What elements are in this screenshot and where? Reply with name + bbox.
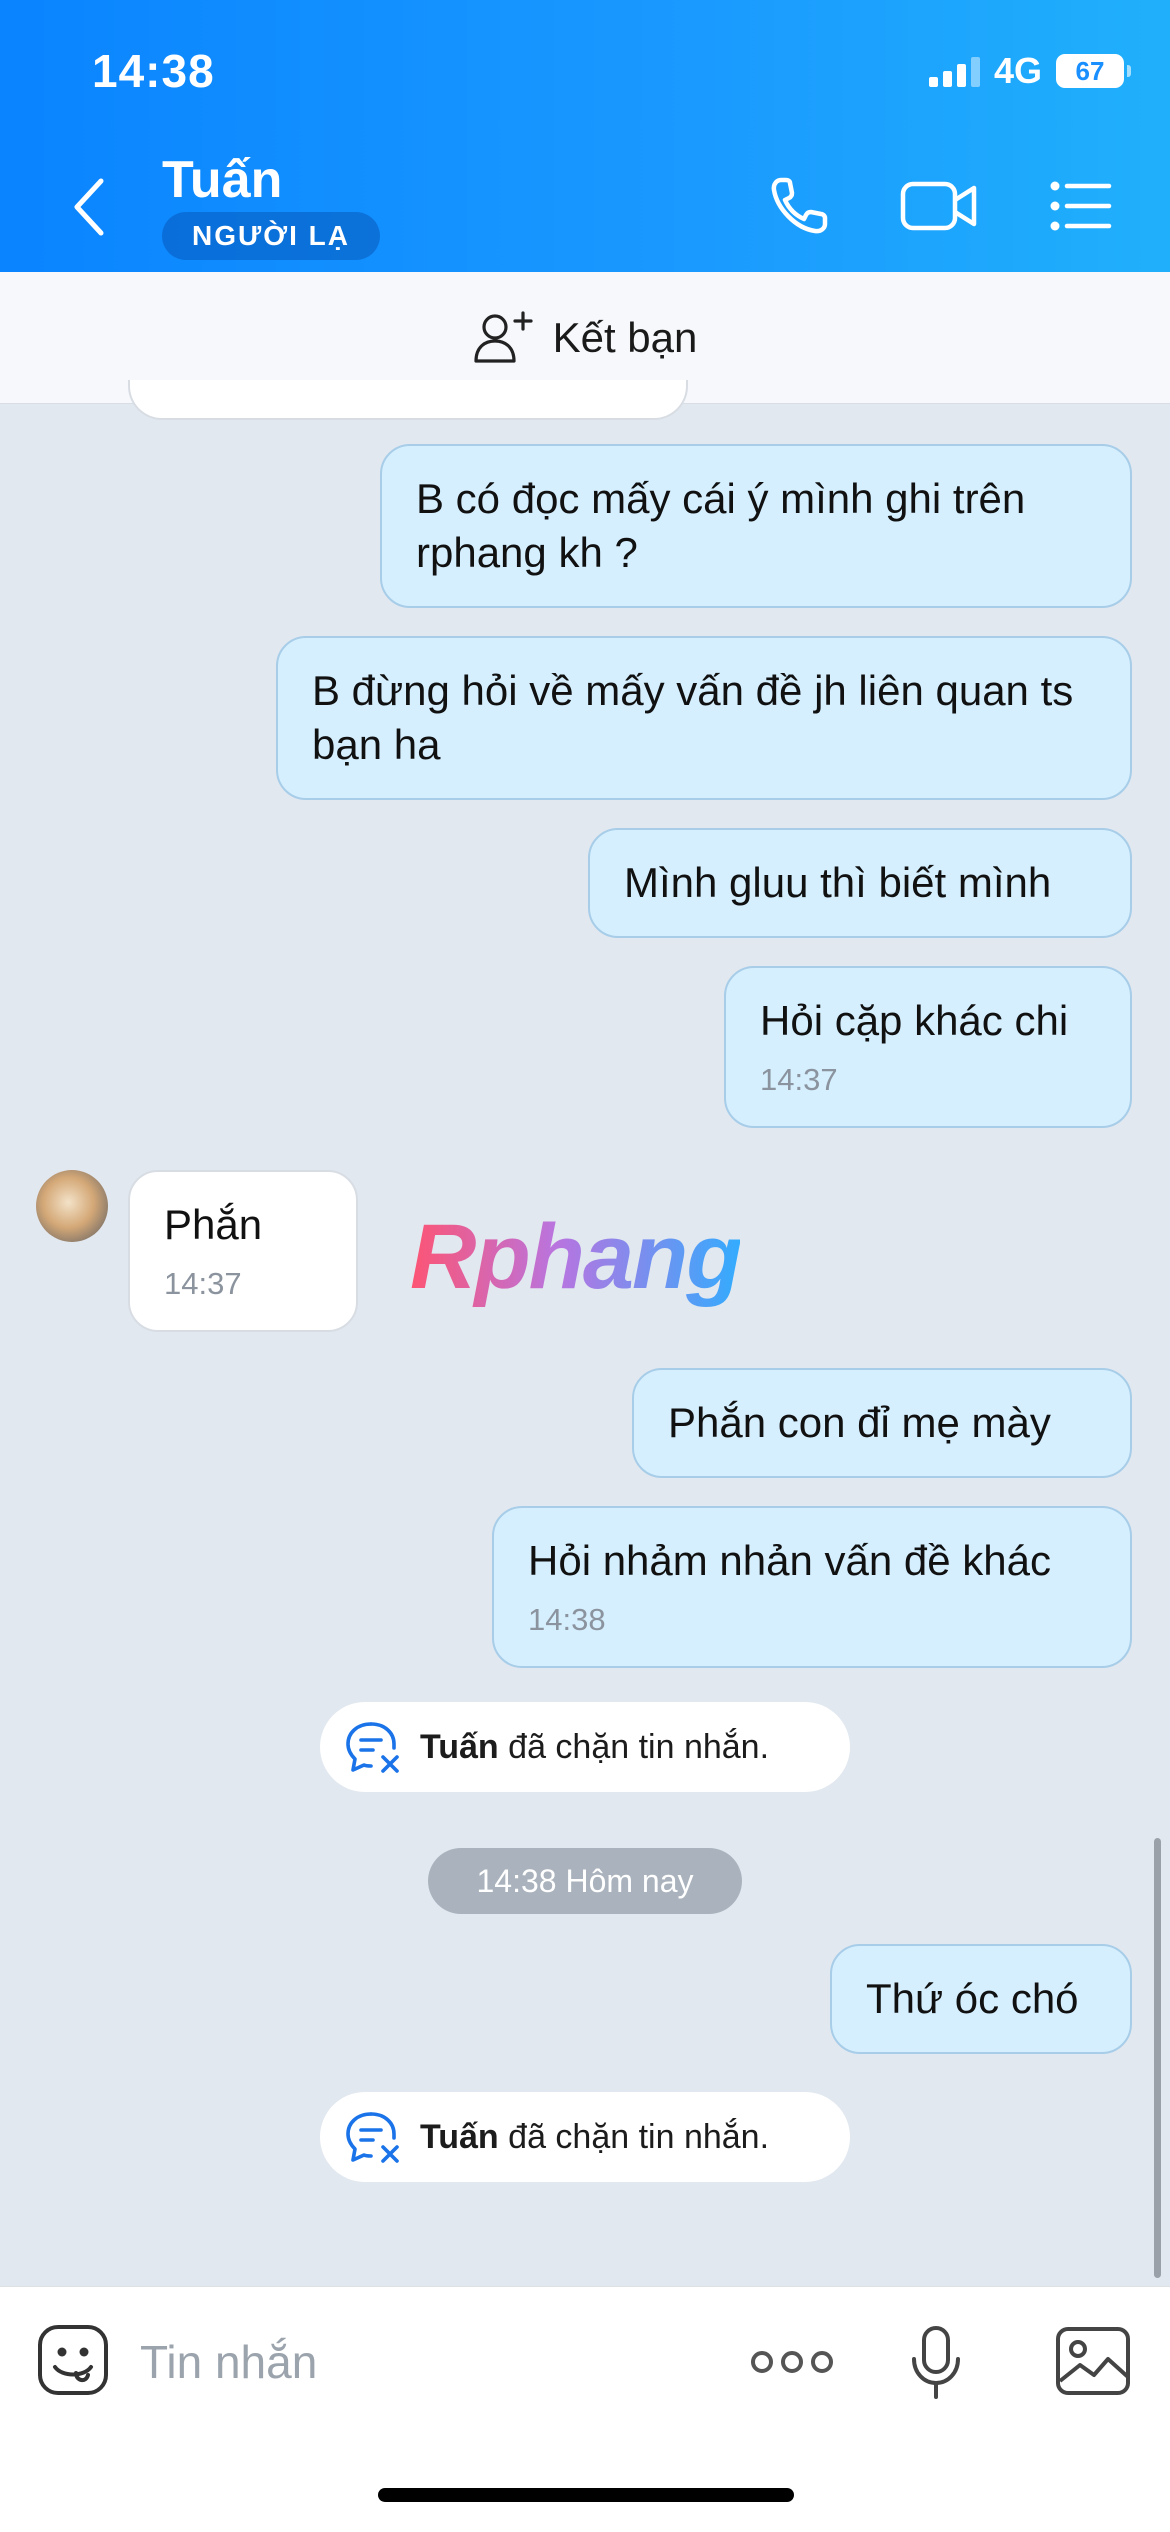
call-button[interactable]: [760, 170, 838, 242]
message-bubble-incoming[interactable]: Phắn 14:37: [128, 1170, 358, 1332]
message-time: 14:37: [760, 1062, 838, 1097]
message-text: B đừng hỏi về mấy vấn đề jh liên quan ts…: [312, 667, 1074, 768]
battery-level: 67: [1075, 55, 1105, 86]
battery-icon: 67: [1056, 54, 1131, 88]
message-time: 14:38: [528, 1602, 606, 1637]
message-bubble-outgoing[interactable]: Hỏi nhảm nhản vấn đề khác 14:38: [492, 1506, 1132, 1668]
home-indicator[interactable]: [378, 2488, 794, 2502]
message-input[interactable]: [140, 2327, 700, 2397]
notice-text: Tuấn đã chặn tin nhắn.: [420, 2118, 769, 2157]
message-text: Phắn con đỉ mẹ mày: [668, 1399, 1051, 1446]
video-camera-icon: [900, 181, 977, 231]
back-icon: [74, 178, 104, 236]
contact-avatar[interactable]: [36, 1170, 108, 1242]
message-text: B có đọc mấy cái ý mình ghi trên rphang …: [416, 475, 1026, 576]
emoji-icon: [38, 2325, 108, 2395]
sticker-button[interactable]: [36, 2323, 110, 2397]
blocked-message-icon: [346, 1722, 399, 1773]
message-bubble-outgoing[interactable]: Phắn con đỉ mẹ mày: [632, 1368, 1132, 1478]
more-dots-icon: [751, 2351, 833, 2373]
message-text: Mình gluu thì biết mình: [624, 859, 1052, 906]
signal-icon: [928, 55, 980, 87]
message-bubble-outgoing[interactable]: B có đọc mấy cái ý mình ghi trên rphang …: [380, 444, 1132, 608]
options-button[interactable]: [1042, 170, 1120, 242]
notice-text: Tuấn đã chặn tin nhắn.: [420, 1728, 769, 1767]
watermark-logo: Rphang: [410, 1206, 742, 1308]
message-bubble-outgoing[interactable]: Hỏi cặp khác chi 14:37: [724, 966, 1132, 1128]
status-indicators: 4G 67: [928, 50, 1131, 92]
message-time: 14:37: [164, 1266, 242, 1301]
notice-message: đã chặn tin nhắn.: [508, 2117, 770, 2156]
blocked-notice: Tuấn đã chặn tin nhắn.: [320, 1702, 850, 1792]
message-text: Thứ óc chó: [866, 1975, 1079, 2022]
more-options-button[interactable]: [750, 2337, 834, 2387]
notice-name: Tuấn: [420, 2117, 499, 2156]
message-text: Phắn: [164, 1201, 263, 1248]
partial-message-bubble: [128, 380, 688, 420]
status-time: 14:38: [92, 45, 215, 97]
message-bubble-outgoing[interactable]: Mình gluu thì biết mình: [588, 828, 1132, 938]
contact-name[interactable]: Tuấn: [162, 150, 282, 210]
image-icon: [1056, 2327, 1130, 2395]
notice-message: đã chặn tin nhắn.: [508, 1727, 770, 1766]
back-button[interactable]: [60, 175, 116, 239]
network-type: 4G: [993, 50, 1042, 91]
microphone-icon: [912, 2326, 960, 2399]
photo-button[interactable]: [1054, 2325, 1132, 2397]
blocked-notice: Tuấn đã chặn tin nhắn.: [320, 2092, 850, 2182]
blocked-message-icon: [346, 2112, 399, 2163]
message-bubble-outgoing[interactable]: B đừng hỏi về mấy vấn đề jh liên quan ts…: [276, 636, 1132, 800]
message-text: Hỏi cặp khác chi: [760, 997, 1069, 1044]
menu-list-icon: [1050, 181, 1112, 231]
chat-header: 14:38 4G 67 Tuấn NGƯỜI LẠ: [0, 0, 1170, 272]
phone-icon: [771, 177, 828, 234]
message-text: Hỏi nhảm nhản vấn đề khác: [528, 1537, 1052, 1584]
stranger-badge: NGƯỜI LẠ: [162, 212, 380, 260]
message-bubble-outgoing[interactable]: Thứ óc chó: [830, 1944, 1132, 2054]
chat-scrollbar[interactable]: [1154, 1838, 1161, 2278]
date-separator: 14:38 Hôm nay: [428, 1848, 742, 1914]
add-friend-label: Kết bạn: [552, 313, 698, 361]
voice-button[interactable]: [906, 2325, 966, 2401]
notice-name: Tuấn: [420, 1727, 499, 1766]
video-call-button[interactable]: [900, 170, 978, 242]
add-user-icon: [473, 310, 533, 363]
